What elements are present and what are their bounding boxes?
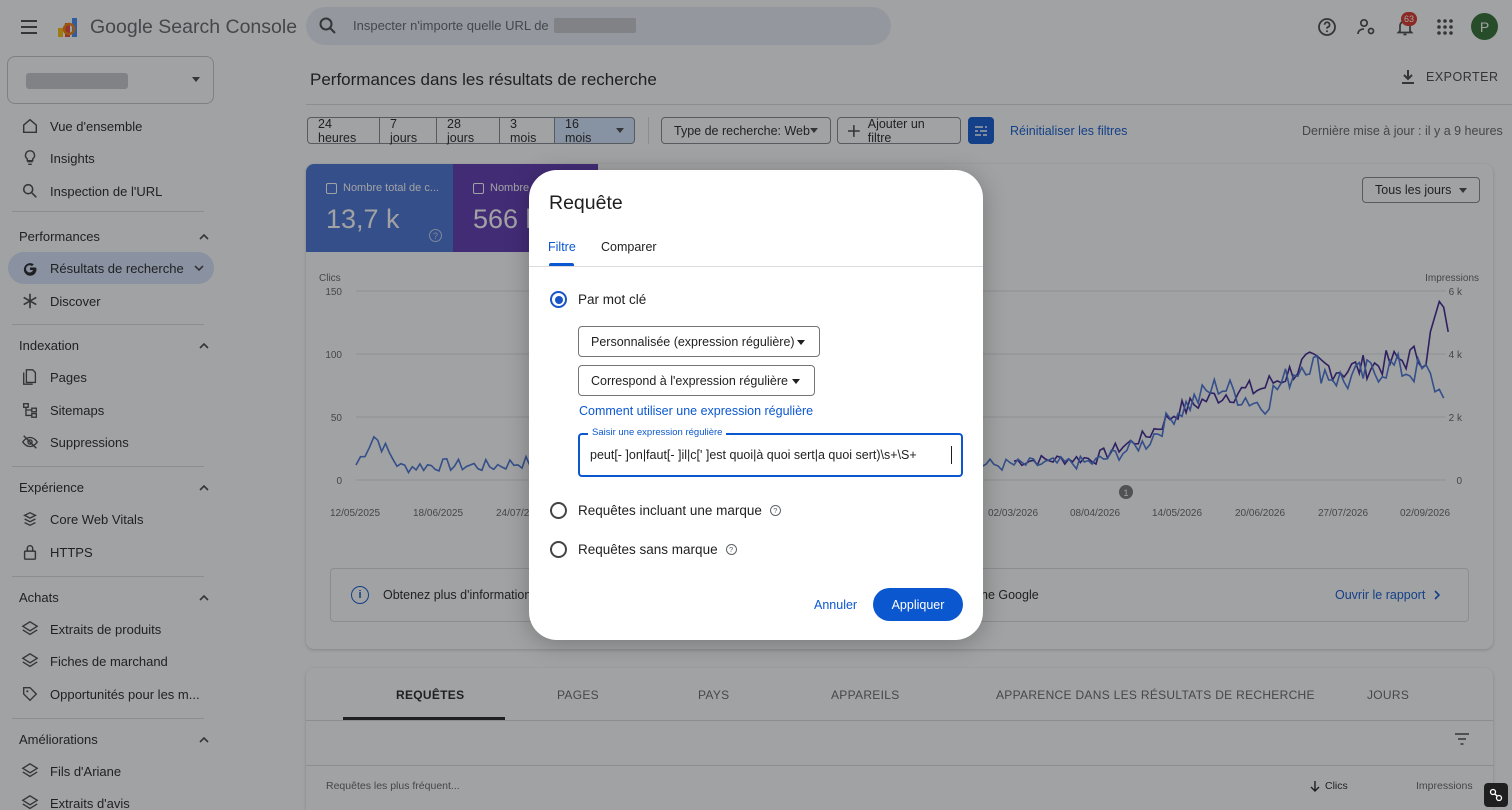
query-filter-dialog: Requête Filtre Comparer Par mot clé Pers… [529,170,983,640]
radio-branded-text: Requêtes incluant une marque [578,503,762,518]
regex-input[interactable]: peut[- ]on|faut[- ]il|c[' ]est quoi|à qu… [590,448,951,462]
help-icon[interactable]: ? [769,505,781,516]
radio-branded[interactable] [550,502,567,519]
screenshot-tool-icon[interactable] [1484,783,1508,807]
operator-select[interactable]: Correspond à l'expression régulière [578,365,815,396]
regex-input-label: Saisir une expression régulière [588,427,727,438]
text-cursor [951,446,952,464]
radio-keyword-label: Par mot clé [578,292,647,307]
tab-filter[interactable]: Filtre [548,240,576,254]
dialog-title: Requête [549,192,623,214]
dropdown-arrow-icon [797,340,805,345]
radio-unbranded[interactable] [550,541,567,558]
match-type-select[interactable]: Personnalisée (expression régulière) [578,326,820,357]
apply-button[interactable]: Appliquer [873,588,963,621]
match-type-label: Personnalisée (expression régulière) [591,334,795,349]
regex-input-field[interactable]: Saisir une expression régulière peut[- ]… [578,427,963,477]
operator-label: Correspond à l'expression régulière [591,373,788,388]
radio-unbranded-text: Requêtes sans marque [578,542,718,557]
cancel-button[interactable]: Annuler [814,598,857,612]
help-icon[interactable]: ? [725,544,737,555]
regex-help-link[interactable]: Comment utiliser une expression régulièr… [579,404,813,418]
radio-keyword[interactable] [550,291,567,308]
radio-branded-label: Requêtes incluant une marque ? [578,503,781,518]
radio-unbranded-label: Requêtes sans marque ? [578,542,737,557]
tab-compare[interactable]: Comparer [601,240,657,254]
dropdown-arrow-icon [792,379,800,384]
divider [529,266,983,267]
